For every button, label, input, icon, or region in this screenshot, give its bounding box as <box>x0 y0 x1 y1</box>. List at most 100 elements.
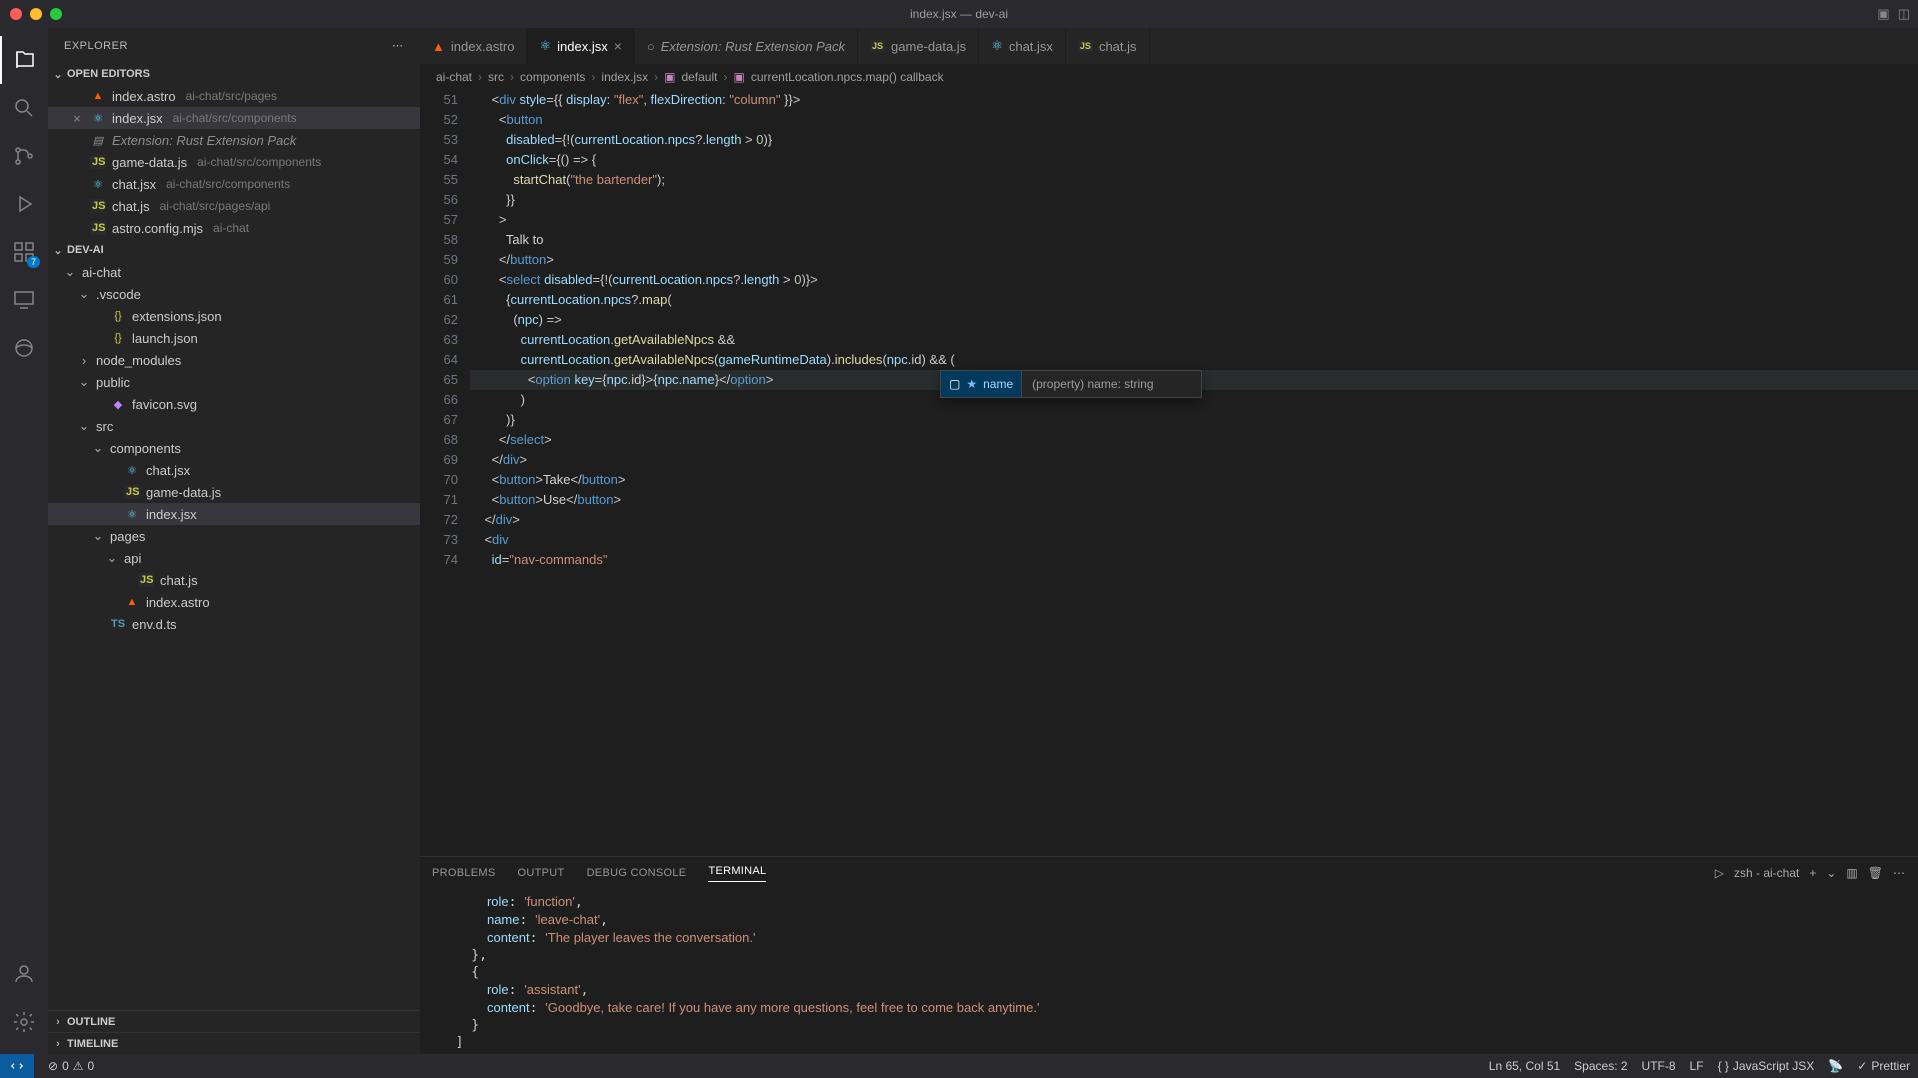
eol-status[interactable]: LF <box>1690 1059 1704 1073</box>
folder-item[interactable]: ⌄public <box>48 371 420 393</box>
terminal-dropdown-icon[interactable]: ⌄ <box>1826 866 1836 880</box>
folder-item[interactable]: ›node_modules <box>48 349 420 371</box>
open-editor-item[interactable]: JSastro.config.mjsai-chat <box>48 217 420 239</box>
file-item[interactable]: ▲index.astro <box>48 591 420 613</box>
close-window-button[interactable] <box>10 8 22 20</box>
window-title: index.jsx — dev-ai <box>910 7 1008 21</box>
chevron-icon: ⌄ <box>78 374 90 390</box>
titlebar: index.jsx — dev-ai ▣ ◫ <box>0 0 1918 28</box>
folder-item[interactable]: ⌄ai-chat <box>48 261 420 283</box>
open-editor-item[interactable]: ⚛chat.jsxai-chat/src/components <box>48 173 420 195</box>
breadcrumb-item[interactable]: default <box>681 70 717 84</box>
gear-icon[interactable] <box>0 998 48 1046</box>
panel-tabbar: PROBLEMS OUTPUT DEBUG CONSOLE TERMINAL ▷ zs… <box>420 857 1918 889</box>
remote-icon[interactable] <box>0 276 48 324</box>
suggest-item[interactable]: ▢ ★ name <box>941 371 1021 397</box>
folder-item[interactable]: ⌄api <box>48 547 420 569</box>
editor-tab[interactable]: ▲index.astro <box>420 28 527 64</box>
maximize-window-button[interactable] <box>50 8 62 20</box>
errors-status[interactable]: ⊘0 ⚠0 <box>48 1059 94 1073</box>
edge-icon[interactable] <box>0 324 48 372</box>
search-icon[interactable] <box>0 84 48 132</box>
intellisense-popup[interactable]: ▢ ★ name (property) name: string <box>940 370 1202 398</box>
panel-tab[interactable]: DEBUG CONSOLE <box>587 867 687 879</box>
breadcrumb-item[interactable]: index.jsx <box>601 70 648 84</box>
panel-tab[interactable]: PROBLEMS <box>432 867 496 879</box>
source-control-icon[interactable] <box>0 132 48 180</box>
file-item[interactable]: {}launch.json <box>48 327 420 349</box>
symbol-icon: ▣ <box>733 70 744 84</box>
cursor-position[interactable]: Ln 65, Col 51 <box>1489 1059 1560 1073</box>
line-gutter: 5152535455565758596061626364656667686970… <box>420 90 470 856</box>
folder-item[interactable]: ⌄src <box>48 415 420 437</box>
open-editor-item[interactable]: JSchat.jsai-chat/src/pages/api <box>48 195 420 217</box>
outline-header[interactable]: › OUTLINE <box>48 1010 420 1032</box>
file-item[interactable]: TSenv.d.ts <box>48 613 420 635</box>
activity-bar: 7 <box>0 28 48 1054</box>
explorer-icon[interactable] <box>0 36 48 84</box>
file-item[interactable]: JSchat.js <box>48 569 420 591</box>
encoding-status[interactable]: UTF-8 <box>1642 1059 1676 1073</box>
editor-tab[interactable]: ⚛index.jsx× <box>527 28 634 64</box>
editor-tab[interactable]: JSgame-data.js <box>858 28 979 64</box>
chevron-right-icon: › <box>52 1038 64 1050</box>
folder-item[interactable]: ⌄.vscode <box>48 283 420 305</box>
minimize-window-button[interactable] <box>30 8 42 20</box>
suggest-detail: (property) name: string <box>1021 371 1201 397</box>
panel-tab[interactable]: TERMINAL <box>708 865 766 882</box>
open-editor-item[interactable]: ▲index.astroai-chat/src/pages <box>48 85 420 107</box>
symbol-icon: ▣ <box>664 70 675 84</box>
debug-icon[interactable] <box>0 180 48 228</box>
open-editors-header[interactable]: ⌄ OPEN EDITORS <box>48 63 420 85</box>
project-header[interactable]: ⌄ DEV-AI <box>48 239 420 261</box>
code-content[interactable]: <div style={{ display: "flex", flexDirec… <box>470 90 1918 856</box>
file-item[interactable]: {}extensions.json <box>48 305 420 327</box>
file-item[interactable]: ◆favicon.svg <box>48 393 420 415</box>
folder-item[interactable]: ⌄pages <box>48 525 420 547</box>
file-icon: {} <box>110 332 126 344</box>
language-status[interactable]: { } JavaScript JSX <box>1718 1059 1815 1073</box>
terminal-name[interactable]: zsh - ai-chat <box>1734 866 1799 880</box>
tweet-icon[interactable]: 📡 <box>1828 1059 1843 1073</box>
editor-tab[interactable]: JSchat.js <box>1066 28 1150 64</box>
file-item[interactable]: ⚛chat.jsx <box>48 459 420 481</box>
timeline-header[interactable]: › TIMELINE <box>48 1032 420 1054</box>
breadcrumb-item[interactable]: ai-chat <box>436 70 472 84</box>
terminal-launch-icon[interactable]: ▷ <box>1715 866 1724 880</box>
folder-item[interactable]: ⌄components <box>48 437 420 459</box>
remote-button[interactable] <box>0 1054 34 1078</box>
breadcrumb[interactable]: ai-chat›src›components›index.jsx›▣defaul… <box>420 64 1918 90</box>
close-icon[interactable]: × <box>70 111 84 126</box>
prettier-status[interactable]: ✓ Prettier <box>1857 1059 1910 1073</box>
trash-icon[interactable]: 🗑 <box>1868 866 1883 880</box>
terminal-output[interactable]: role: 'function', name: 'leave-chat', co… <box>420 889 1918 1054</box>
editor-tab[interactable]: ⚛chat.jsx <box>979 28 1066 64</box>
file-icon: {} <box>110 310 126 322</box>
breadcrumb-item[interactable]: src <box>488 70 504 84</box>
layout-toggle-icon[interactable]: ▣ <box>1877 6 1889 22</box>
file-icon: ⚛ <box>124 508 140 521</box>
open-editor-item[interactable]: JSgame-data.jsai-chat/src/components <box>48 151 420 173</box>
code-editor[interactable]: 5152535455565758596061626364656667686970… <box>420 90 1918 856</box>
open-editor-item[interactable]: ▤Extension: Rust Extension Pack <box>48 129 420 151</box>
editor-tab[interactable]: ○Extension: Rust Extension Pack <box>635 28 858 64</box>
more-icon[interactable]: ⋯ <box>392 39 404 52</box>
open-editor-item[interactable]: ×⚛index.jsxai-chat/src/components <box>48 107 420 129</box>
close-icon[interactable]: × <box>614 38 622 54</box>
split-terminal-icon[interactable]: ▥ <box>1846 866 1857 880</box>
breadcrumb-item[interactable]: currentLocation.npcs.map() callback <box>751 70 944 84</box>
indentation-status[interactable]: Spaces: 2 <box>1574 1059 1627 1073</box>
extensions-icon[interactable]: 7 <box>0 228 48 276</box>
breadcrumb-item[interactable]: components <box>520 70 585 84</box>
add-terminal-icon[interactable]: + <box>1809 866 1816 880</box>
file-icon: ⚛ <box>539 38 551 54</box>
account-icon[interactable] <box>0 950 48 998</box>
chevron-icon: ⌄ <box>92 528 104 544</box>
chevron-icon: ⌄ <box>106 550 118 566</box>
file-icon: ⚛ <box>90 112 106 125</box>
panel-tab[interactable]: OUTPUT <box>518 867 565 879</box>
panel-more-icon[interactable]: ⋯ <box>1893 866 1906 880</box>
file-item[interactable]: JSgame-data.js <box>48 481 420 503</box>
file-item[interactable]: ⚛index.jsx <box>48 503 420 525</box>
panel-toggle-icon[interactable]: ◫ <box>1898 6 1910 22</box>
